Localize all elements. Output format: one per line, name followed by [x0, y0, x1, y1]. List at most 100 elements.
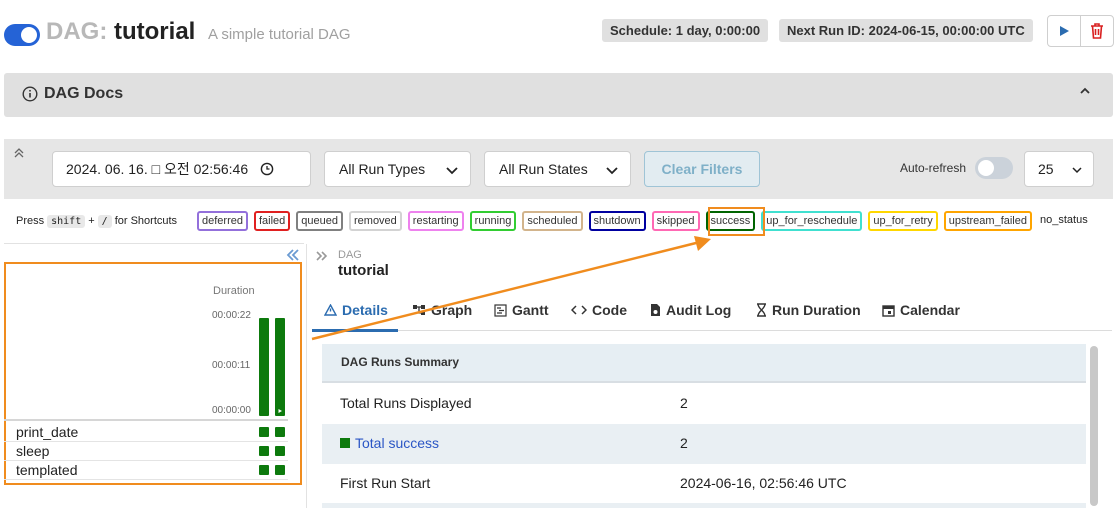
toggle-knob: [978, 160, 994, 176]
code-icon: [571, 305, 587, 315]
schedule-badge: Schedule: 1 day, 0:00:00: [602, 19, 769, 42]
chevron-down-icon: [446, 167, 458, 175]
row-key: First Run Start: [340, 475, 431, 491]
state-scheduled[interactable]: scheduled: [522, 211, 583, 231]
task-instance-success[interactable]: [259, 446, 269, 456]
task-instance-success[interactable]: [275, 427, 285, 437]
state-up-for-retry[interactable]: up_for_retry: [868, 211, 938, 231]
success-highlight-box: [708, 207, 765, 236]
row-key: Total success: [355, 435, 440, 451]
state-legend: deferred failed queued removed restartin…: [197, 211, 1090, 231]
tab-graph[interactable]: Graph: [412, 302, 472, 318]
run-state-select[interactable]: All Run States: [484, 151, 631, 187]
run-type-select[interactable]: All Run Types: [324, 151, 471, 187]
run-duration-bar[interactable]: [259, 318, 269, 416]
dag-description: A simple tutorial DAG: [208, 26, 351, 43]
auto-refresh-toggle[interactable]: [975, 157, 1013, 179]
warning-icon: [324, 304, 337, 316]
state-shutdown[interactable]: shutdown: [588, 211, 646, 231]
table-title: DAG Runs Summary: [341, 355, 460, 369]
tab-calendar[interactable]: Calendar: [882, 302, 960, 318]
calendar-icon: [882, 304, 895, 317]
state-queued[interactable]: queued: [296, 211, 343, 231]
breadcrumb-dag-name[interactable]: tutorial: [338, 262, 389, 279]
run-duration-bar[interactable]: [275, 318, 285, 416]
dag-docs-header: DAG Docs: [22, 85, 123, 103]
state-failed[interactable]: failed: [253, 211, 291, 231]
table-row: First Run Start 2024-06-16, 02:56:46 UTC: [322, 464, 1086, 504]
task-instance-success[interactable]: [259, 427, 269, 437]
state-restarting[interactable]: restarting: [407, 211, 464, 231]
collapse-up-icon[interactable]: [14, 148, 24, 158]
dag-docs-label: DAG Docs: [44, 85, 124, 102]
graph-icon: [413, 305, 425, 315]
tab-code[interactable]: Code: [571, 302, 627, 318]
tab-label: Audit Log: [666, 302, 732, 318]
task-row[interactable]: templated: [4, 461, 288, 480]
state-no-status[interactable]: no_status: [1038, 211, 1090, 231]
state-skipped[interactable]: skipped: [651, 211, 700, 231]
trash-icon: [1091, 23, 1103, 39]
info-icon: [22, 86, 38, 102]
panel-divider: [306, 244, 307, 508]
shortcuts-suffix: for Shortcuts: [114, 215, 178, 227]
duration-tick: 00:00:00: [212, 405, 251, 416]
task-row[interactable]: sleep: [4, 442, 288, 461]
chevron-up-icon[interactable]: [1079, 85, 1091, 97]
duration-tick: 00:00:22: [212, 310, 251, 321]
collapse-left-icon[interactable]: [286, 249, 300, 261]
base-date-input[interactable]: 2024. 06. 16. □ 오전 02:56:46: [52, 151, 311, 187]
task-instance-success[interactable]: [275, 446, 285, 456]
hourglass-icon: [757, 303, 766, 317]
tab-details[interactable]: Details: [324, 302, 388, 318]
task-instance-success[interactable]: [275, 465, 285, 475]
duration-axis-label: Duration: [213, 285, 255, 297]
scrollbar-thumb[interactable]: [1090, 346, 1098, 506]
table-header: DAG Runs Summary: [322, 344, 1086, 383]
state-removed[interactable]: removed: [349, 211, 402, 231]
state-up-for-reschedule[interactable]: up_for_reschedule: [761, 211, 863, 231]
table-row: Total success 2: [322, 424, 1086, 464]
tab-bar-line: [312, 330, 1112, 331]
page-size-value: 25: [1038, 161, 1054, 177]
gantt-icon: [494, 303, 507, 317]
grid-separator: [4, 419, 288, 421]
delete-dag-button[interactable]: [1081, 16, 1113, 46]
row-key: Total Runs Displayed: [340, 395, 472, 411]
page-title: DAG: tutorial A simple tutorial DAG: [46, 18, 351, 46]
success-square-icon: [340, 438, 350, 448]
task-name: templated: [16, 462, 78, 478]
row-value: 2: [680, 435, 688, 451]
tab-label: Code: [592, 302, 627, 318]
tab-label: Calendar: [900, 302, 960, 318]
clock-icon: [260, 162, 274, 176]
page-size-select[interactable]: 25: [1024, 151, 1094, 187]
breadcrumb-kind: DAG: [338, 249, 362, 261]
task-row[interactable]: print_date: [4, 423, 288, 442]
tab-label: Run Duration: [772, 302, 861, 318]
row-key-link[interactable]: Total success: [340, 435, 439, 451]
expand-right-icon[interactable]: [316, 251, 328, 261]
dag-docs-panel[interactable]: DAG Docs: [4, 73, 1113, 117]
clear-filters-button[interactable]: Clear Filters: [644, 151, 760, 187]
tab-audit-log[interactable]: Audit Log: [650, 302, 731, 318]
dag-pause-toggle[interactable]: [4, 24, 40, 46]
auto-refresh-label: Auto-refresh: [900, 161, 967, 175]
run-type-value: All Run Types: [339, 161, 426, 177]
task-instance-success[interactable]: [259, 465, 269, 475]
tab-label: Gantt: [512, 302, 549, 318]
state-running[interactable]: running: [469, 211, 517, 231]
dag-action-buttons: [1047, 15, 1114, 47]
next-run-badge: Next Run ID: 2024-06-15, 00:00:00 UTC: [779, 19, 1033, 42]
chevron-down-icon: [606, 167, 618, 175]
row-value: 2024-06-16, 02:56:46 UTC: [680, 475, 847, 491]
state-deferred[interactable]: deferred: [197, 211, 248, 231]
trigger-dag-button[interactable]: [1048, 16, 1081, 46]
tab-run-duration[interactable]: Run Duration: [756, 302, 861, 318]
tab-gantt[interactable]: Gantt: [494, 302, 549, 318]
task-name: sleep: [16, 443, 50, 459]
dag-prefix: DAG:: [46, 18, 108, 45]
divider: [4, 243, 304, 244]
state-upstream-failed[interactable]: upstream_failed: [943, 211, 1032, 231]
tab-label: Details: [342, 302, 388, 318]
